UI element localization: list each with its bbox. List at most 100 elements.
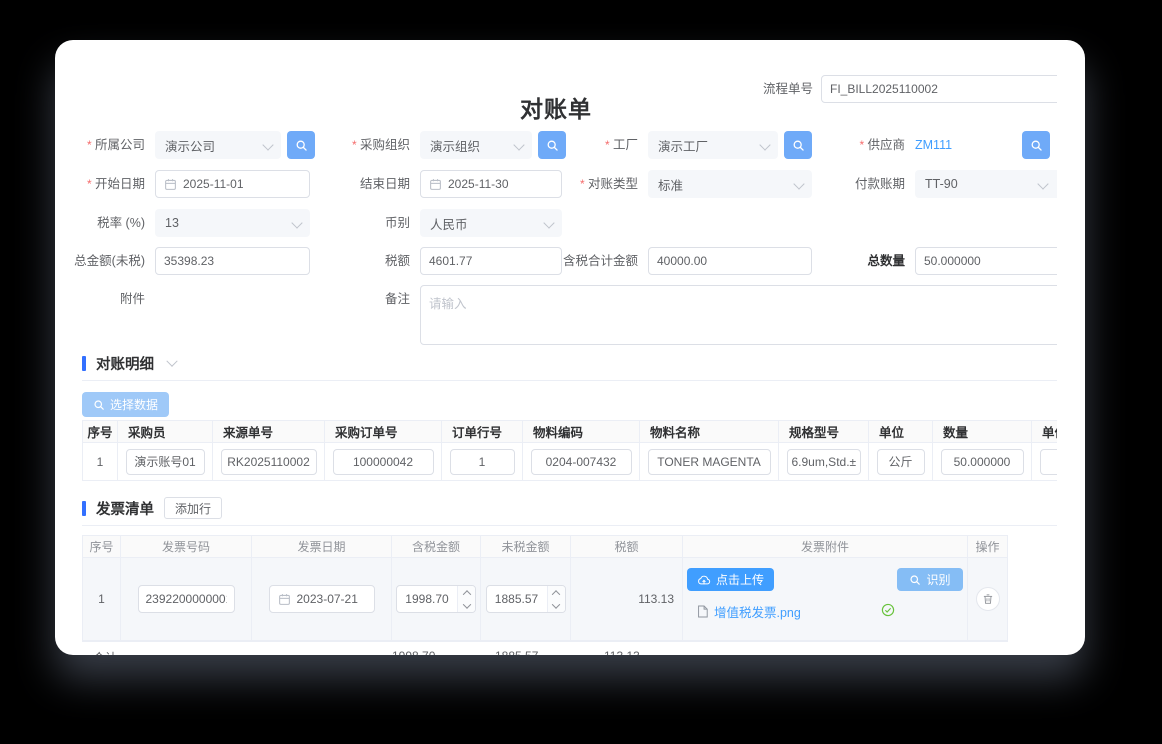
qty-input[interactable] [941, 449, 1024, 475]
divider [82, 380, 1057, 381]
col-header: 含税金额 [392, 535, 481, 558]
purchase-org-label: 采购组织 [270, 131, 410, 159]
col-header: 采购员 [118, 420, 213, 443]
price-input[interactable] [1040, 449, 1058, 475]
factory-label: 工厂 [498, 131, 638, 159]
add-row-button[interactable]: 添加行 [164, 497, 222, 519]
col-header: 规格型号 [779, 420, 869, 443]
total-with-tax-label: 含税合计金额 [498, 247, 638, 275]
tax-value: 113.13 [638, 592, 674, 606]
chevron-down-icon[interactable] [548, 599, 565, 612]
source-no-input[interactable] [221, 449, 317, 475]
row-seq: 1 [97, 455, 104, 469]
search-icon [93, 399, 105, 411]
col-header: 采购订单号 [325, 420, 442, 443]
total-label: 合计 [93, 649, 117, 655]
invoice-table: 序号 发票号码 发票日期 含税金额 未税金额 税额 发票附件 操作 1 [82, 535, 1008, 641]
search-icon [1030, 139, 1043, 152]
detail-table-header-row: 序号 采购员 来源单号 采购订单号 订单行号 物料编码 物料名称 规格型号 单位… [82, 420, 1057, 443]
currency-value: 人民币 [430, 214, 468, 233]
factory-value: 演示工厂 [658, 136, 708, 155]
col-header: 单位 [869, 420, 933, 443]
col-header: 来源单号 [213, 420, 325, 443]
spec-input[interactable] [787, 449, 861, 475]
trash-icon [982, 593, 994, 605]
invoice-attachment-cell: 点击上传 识别 增值税发票.png [683, 558, 968, 641]
material-name-input[interactable] [648, 449, 771, 475]
cloud-upload-icon [697, 574, 711, 586]
number-spinner[interactable] [457, 586, 475, 612]
remark-label: 备注 [270, 285, 410, 313]
upload-button[interactable]: 点击上传 [687, 568, 774, 591]
select-data-button[interactable]: 选择数据 [82, 392, 169, 417]
amount-with-tax-input[interactable] [397, 586, 457, 612]
tax-rate-value: 13 [165, 216, 179, 230]
factory-select[interactable]: 演示工厂 [648, 131, 778, 159]
amount-with-tax-field[interactable] [396, 585, 476, 613]
supplier-value[interactable]: ZM111 [915, 131, 952, 159]
total-qty-field[interactable] [915, 247, 1057, 275]
chevron-down-icon[interactable] [458, 599, 475, 612]
attachment-file-name: 增值税发票.png [714, 602, 801, 621]
card-content: 流程单号 对账单 所属公司 演示公司 采购组织 演示组织 工厂 演示工厂 [55, 40, 1057, 655]
delete-row-button[interactable] [976, 587, 1000, 611]
currency-select[interactable]: 人民币 [420, 209, 562, 237]
col-header: 未税金额 [481, 535, 571, 558]
invoice-no-field[interactable] [138, 585, 235, 613]
invoice-table-header-row: 序号 发票号码 发票日期 含税金额 未税金额 税额 发票附件 操作 [82, 535, 1008, 558]
total-amount-without-tax: 1885.57 [495, 649, 538, 655]
invoice-section-header: 发票清单 添加行 [82, 497, 222, 519]
purchase-org-value: 演示组织 [430, 136, 480, 155]
invoice-date-input[interactable] [297, 592, 366, 606]
invoice-table-row: 1 [82, 558, 1008, 641]
upload-button-label: 点击上传 [716, 571, 764, 588]
col-header: 序号 [82, 420, 118, 443]
company-value: 演示公司 [165, 136, 215, 155]
col-header: 税额 [571, 535, 683, 558]
chevron-up-icon[interactable] [458, 586, 475, 599]
payment-term-select[interactable]: TT-90 [915, 170, 1057, 198]
calendar-icon [164, 178, 177, 191]
attachment-file-link[interactable]: 增值税发票.png [697, 602, 801, 621]
chevron-down-icon [543, 217, 554, 228]
invoice-no-input[interactable] [146, 592, 227, 606]
po-no-input[interactable] [333, 449, 434, 475]
section-bar [82, 356, 86, 371]
invoice-total-row: 合计 1998.70 1885.57 113.13 [82, 641, 1008, 655]
chevron-down-icon [1037, 178, 1048, 189]
col-header: 单价 [1032, 420, 1057, 443]
company-label: 所属公司 [55, 131, 145, 159]
col-header: 订单行号 [442, 420, 523, 443]
ocr-button-label: 识别 [926, 571, 950, 588]
select-data-label: 选择数据 [110, 396, 158, 413]
col-header: 物料编码 [523, 420, 640, 443]
invoice-date-field[interactable] [269, 585, 375, 613]
number-spinner[interactable] [547, 586, 565, 612]
ocr-recognize-button[interactable]: 识别 [897, 568, 963, 591]
supplier-label: 供应商 [765, 131, 905, 159]
col-header: 发票日期 [252, 535, 392, 558]
col-header: 序号 [82, 535, 121, 558]
chevron-up-icon[interactable] [548, 586, 565, 599]
col-header: 操作 [968, 535, 1008, 558]
col-header: 数量 [933, 420, 1032, 443]
check-circle-icon [881, 603, 895, 617]
amount-without-tax-input[interactable] [487, 586, 547, 612]
buyer-input[interactable] [126, 449, 205, 475]
chevron-down-icon[interactable] [166, 355, 177, 366]
total-qty-input[interactable] [924, 254, 1056, 268]
material-code-input[interactable] [531, 449, 632, 475]
amount-without-tax-field[interactable] [486, 585, 566, 613]
company-select[interactable]: 演示公司 [155, 131, 281, 159]
supplier-search-button[interactable] [1022, 131, 1050, 159]
calendar-icon [278, 593, 291, 606]
line-no-input[interactable] [450, 449, 515, 475]
recon-type-value: 标准 [658, 175, 683, 194]
remark-textarea[interactable] [420, 285, 1057, 345]
col-header: 发票号码 [121, 535, 252, 558]
divider [82, 525, 1057, 526]
row-seq: 1 [98, 592, 105, 606]
total-amount-with-tax: 1998.70 [392, 649, 435, 655]
unit-input[interactable] [877, 449, 925, 475]
col-header: 发票附件 [683, 535, 968, 558]
